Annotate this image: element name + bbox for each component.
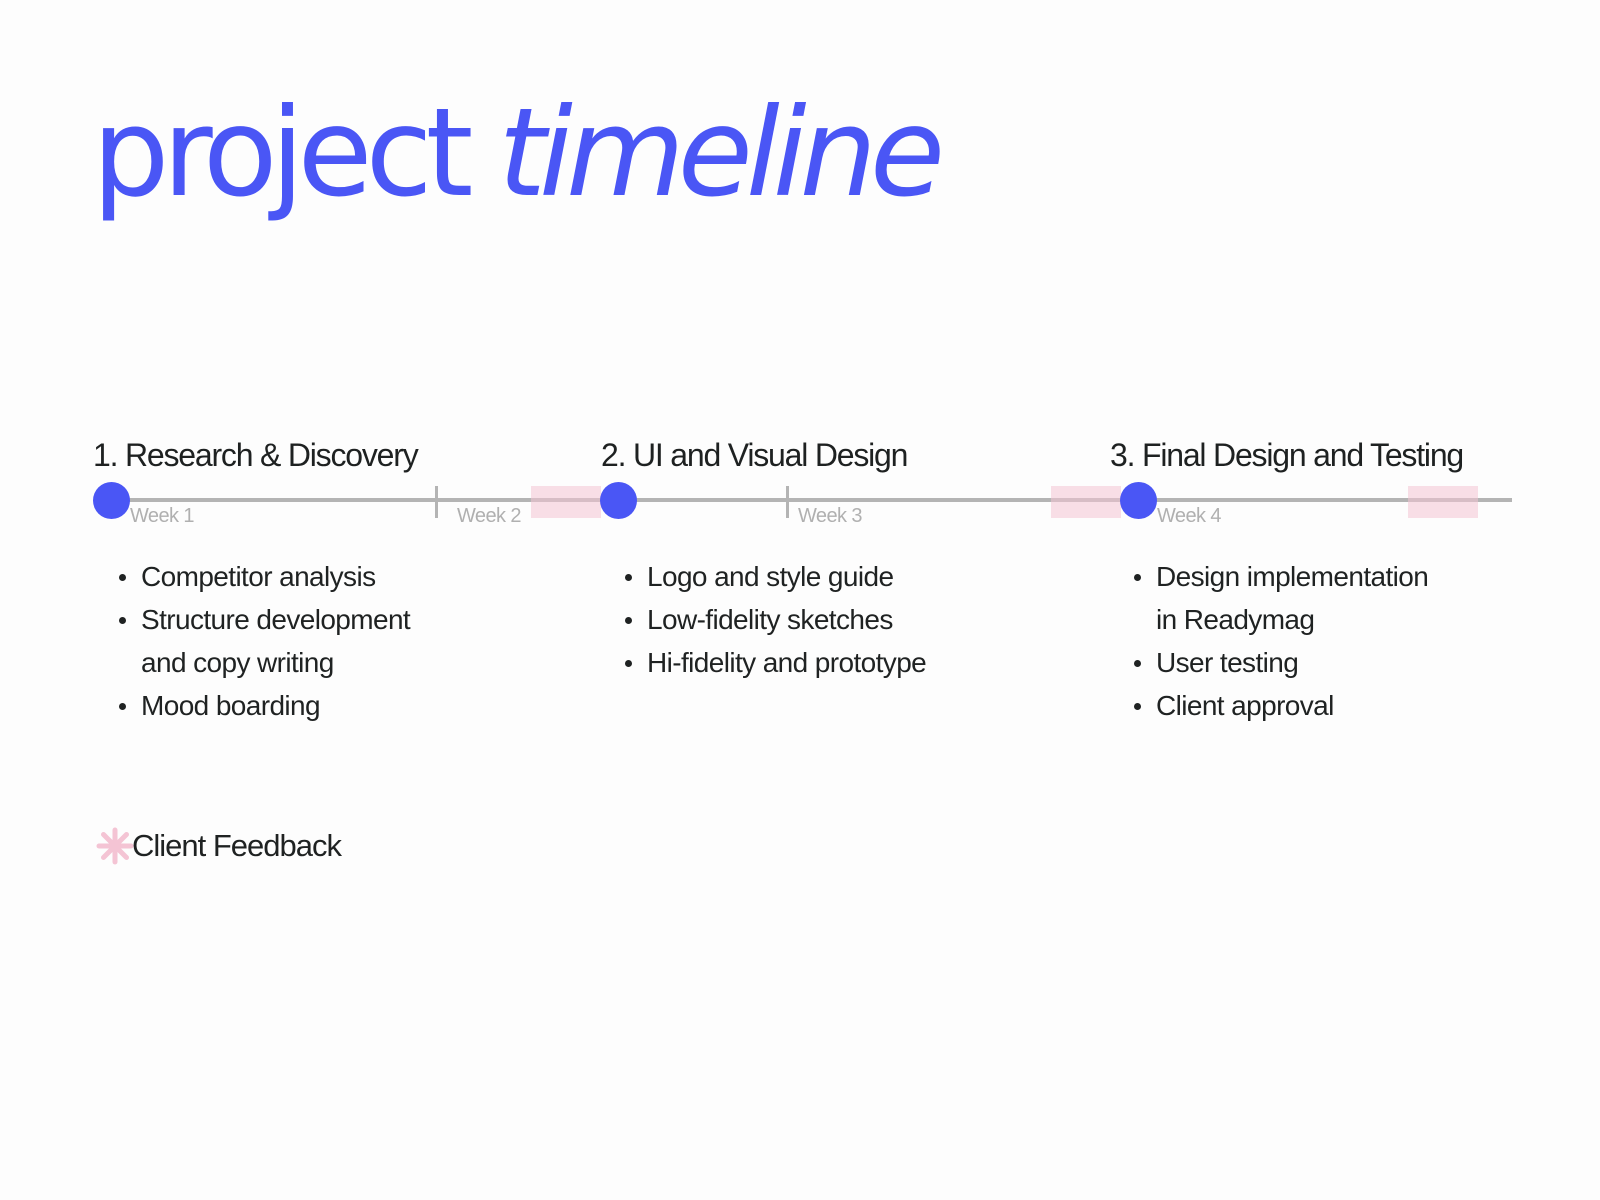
client-feedback-block-2	[1051, 486, 1121, 518]
title-word-project: project	[92, 82, 473, 224]
task-item: Structure development and copy writing	[119, 598, 411, 684]
phase-1-task-list: Competitor analysis Structure developmen…	[119, 555, 411, 727]
week-1-label: Week 1	[130, 505, 194, 527]
legend-label: Client Feedback	[132, 828, 342, 863]
task-item: Mood boarding	[119, 684, 410, 727]
asterisk-icon	[96, 826, 134, 866]
timeline-line	[112, 498, 1512, 502]
week-3-tick	[786, 486, 789, 518]
task-item: Competitor analysis	[119, 555, 410, 598]
task-item: Low-fidelity sketches	[625, 598, 926, 641]
week-3-label: Week 3	[798, 505, 862, 527]
phase-2-task-list: Logo and style guide Low-fidelity sketch…	[625, 555, 927, 684]
task-item: User testing	[1134, 641, 1428, 684]
client-feedback-block-1	[531, 486, 601, 518]
week-2-tick	[435, 486, 438, 518]
task-item: Logo and style guide	[625, 555, 926, 598]
page-title: project timeline	[92, 92, 945, 214]
week-4-label: Week 4	[1157, 505, 1221, 527]
task-item: Hi-fidelity and prototype	[625, 641, 927, 684]
phase-2-title: 2. UI and Visual Design	[601, 437, 908, 473]
milestone-dot-phase-2	[600, 482, 637, 519]
phase-3-task-list: Design implementation in Readymag User t…	[1134, 555, 1429, 727]
legend-client-feedback: Client Feedback	[96, 826, 342, 866]
title-word-timeline: timeline	[498, 82, 945, 224]
week-2-label: Week 2	[457, 505, 521, 527]
phase-3-title: 3. Final Design and Testing	[1110, 437, 1464, 473]
milestone-dot-phase-1	[93, 482, 130, 519]
title-word-timeline-text: timeline	[498, 82, 945, 224]
phase-1-title: 1. Research & Discovery	[93, 437, 419, 473]
task-item: Client approval	[1134, 684, 1428, 727]
task-item: Design implementation in Readymag	[1134, 555, 1429, 641]
client-feedback-block-3	[1408, 486, 1478, 518]
milestone-dot-phase-3	[1120, 482, 1157, 519]
